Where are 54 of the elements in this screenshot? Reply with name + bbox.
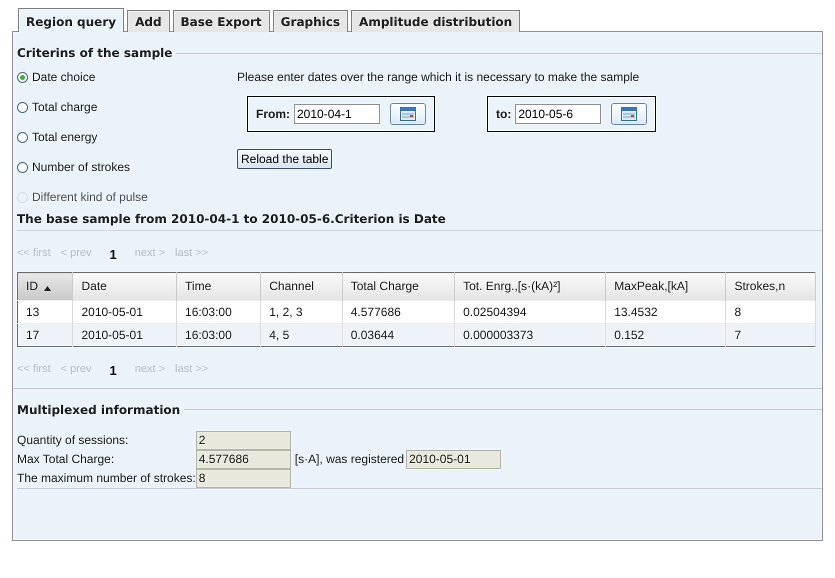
field-label: From: (256, 107, 290, 121)
tab[interactable]: Add (127, 10, 170, 32)
tab[interactable]: Base Export (172, 10, 270, 32)
readonly-field: 2010-05-01 (406, 450, 502, 469)
radio-label: Different kind of pulse (32, 190, 148, 204)
radio-label: Date choice (32, 70, 96, 84)
table-cell: 2010-05-01 (72, 323, 177, 346)
column-header[interactable]: Time (176, 272, 261, 300)
table-cell: 4, 5 (260, 323, 342, 346)
date-field[interactable]: 2010-04-1 (294, 104, 380, 124)
column-header[interactable]: ID (18, 272, 73, 300)
radio-label: Number of strokes (32, 160, 130, 174)
table-cell: 0.000003373 (454, 323, 606, 346)
table-cell: 0.152 (606, 323, 726, 346)
section-title: Multiplexed information (17, 402, 180, 417)
page-number[interactable]: 1 (110, 362, 117, 378)
radio-label: Total charge (32, 100, 98, 114)
readonly-field: 4.577686 (196, 450, 291, 469)
table-cell: 16:03:00 (176, 323, 261, 346)
column-header[interactable]: Tot. Enrg.,[s·(kA)²] (454, 272, 606, 300)
instruction-text: Please enter dates over the range which it is necessary to make the sample (237, 70, 640, 84)
field-label: The maximum number of strokes: (17, 471, 196, 486)
calendar-icon (621, 107, 638, 121)
tab[interactable]: Amplitude distribution (351, 10, 520, 32)
column-header[interactable]: MaxPeak,[kA] (606, 272, 726, 300)
radio-button[interactable] (17, 72, 28, 82)
radio-button[interactable] (17, 132, 28, 142)
radio-button[interactable] (17, 102, 28, 112)
page-number[interactable]: 1 (110, 247, 117, 262)
section-title: Criterins of the sample (17, 46, 172, 60)
table-cell: 17 (18, 323, 73, 346)
readonly-field: 8 (196, 468, 291, 488)
calendar-icon (400, 107, 416, 121)
column-header[interactable]: Total Charge (342, 272, 455, 300)
results-title: The base sample from 2010-04-1 to 2010-05-6.Criterion is Date (17, 212, 822, 231)
readonly-field: 2 (196, 430, 291, 450)
field-label: to: (496, 107, 512, 121)
sort-ascending-icon (44, 286, 51, 291)
tab[interactable]: Graphics (272, 10, 348, 32)
radio-label: Total energy (32, 130, 98, 144)
column-header[interactable]: Strokes,n (726, 272, 816, 300)
field-label: Max Total Charge: (17, 452, 116, 466)
date-field[interactable]: 2010-05-6 (515, 104, 602, 124)
field-label: Quantity of sessions: (17, 433, 130, 448)
column-header[interactable]: Date (72, 272, 177, 300)
reload-button[interactable]: Reload the table (237, 149, 332, 169)
calendar-button[interactable] (611, 103, 648, 125)
calendar-button[interactable] (390, 103, 426, 125)
column-header[interactable]: Channel (260, 272, 342, 300)
tab[interactable]: Region query (18, 8, 124, 32)
table-cell: 0.03644 (342, 323, 455, 346)
field-label: [s·A], was registered (294, 452, 406, 466)
table-cell: 7 (726, 323, 816, 346)
radio-button[interactable] (17, 162, 28, 172)
